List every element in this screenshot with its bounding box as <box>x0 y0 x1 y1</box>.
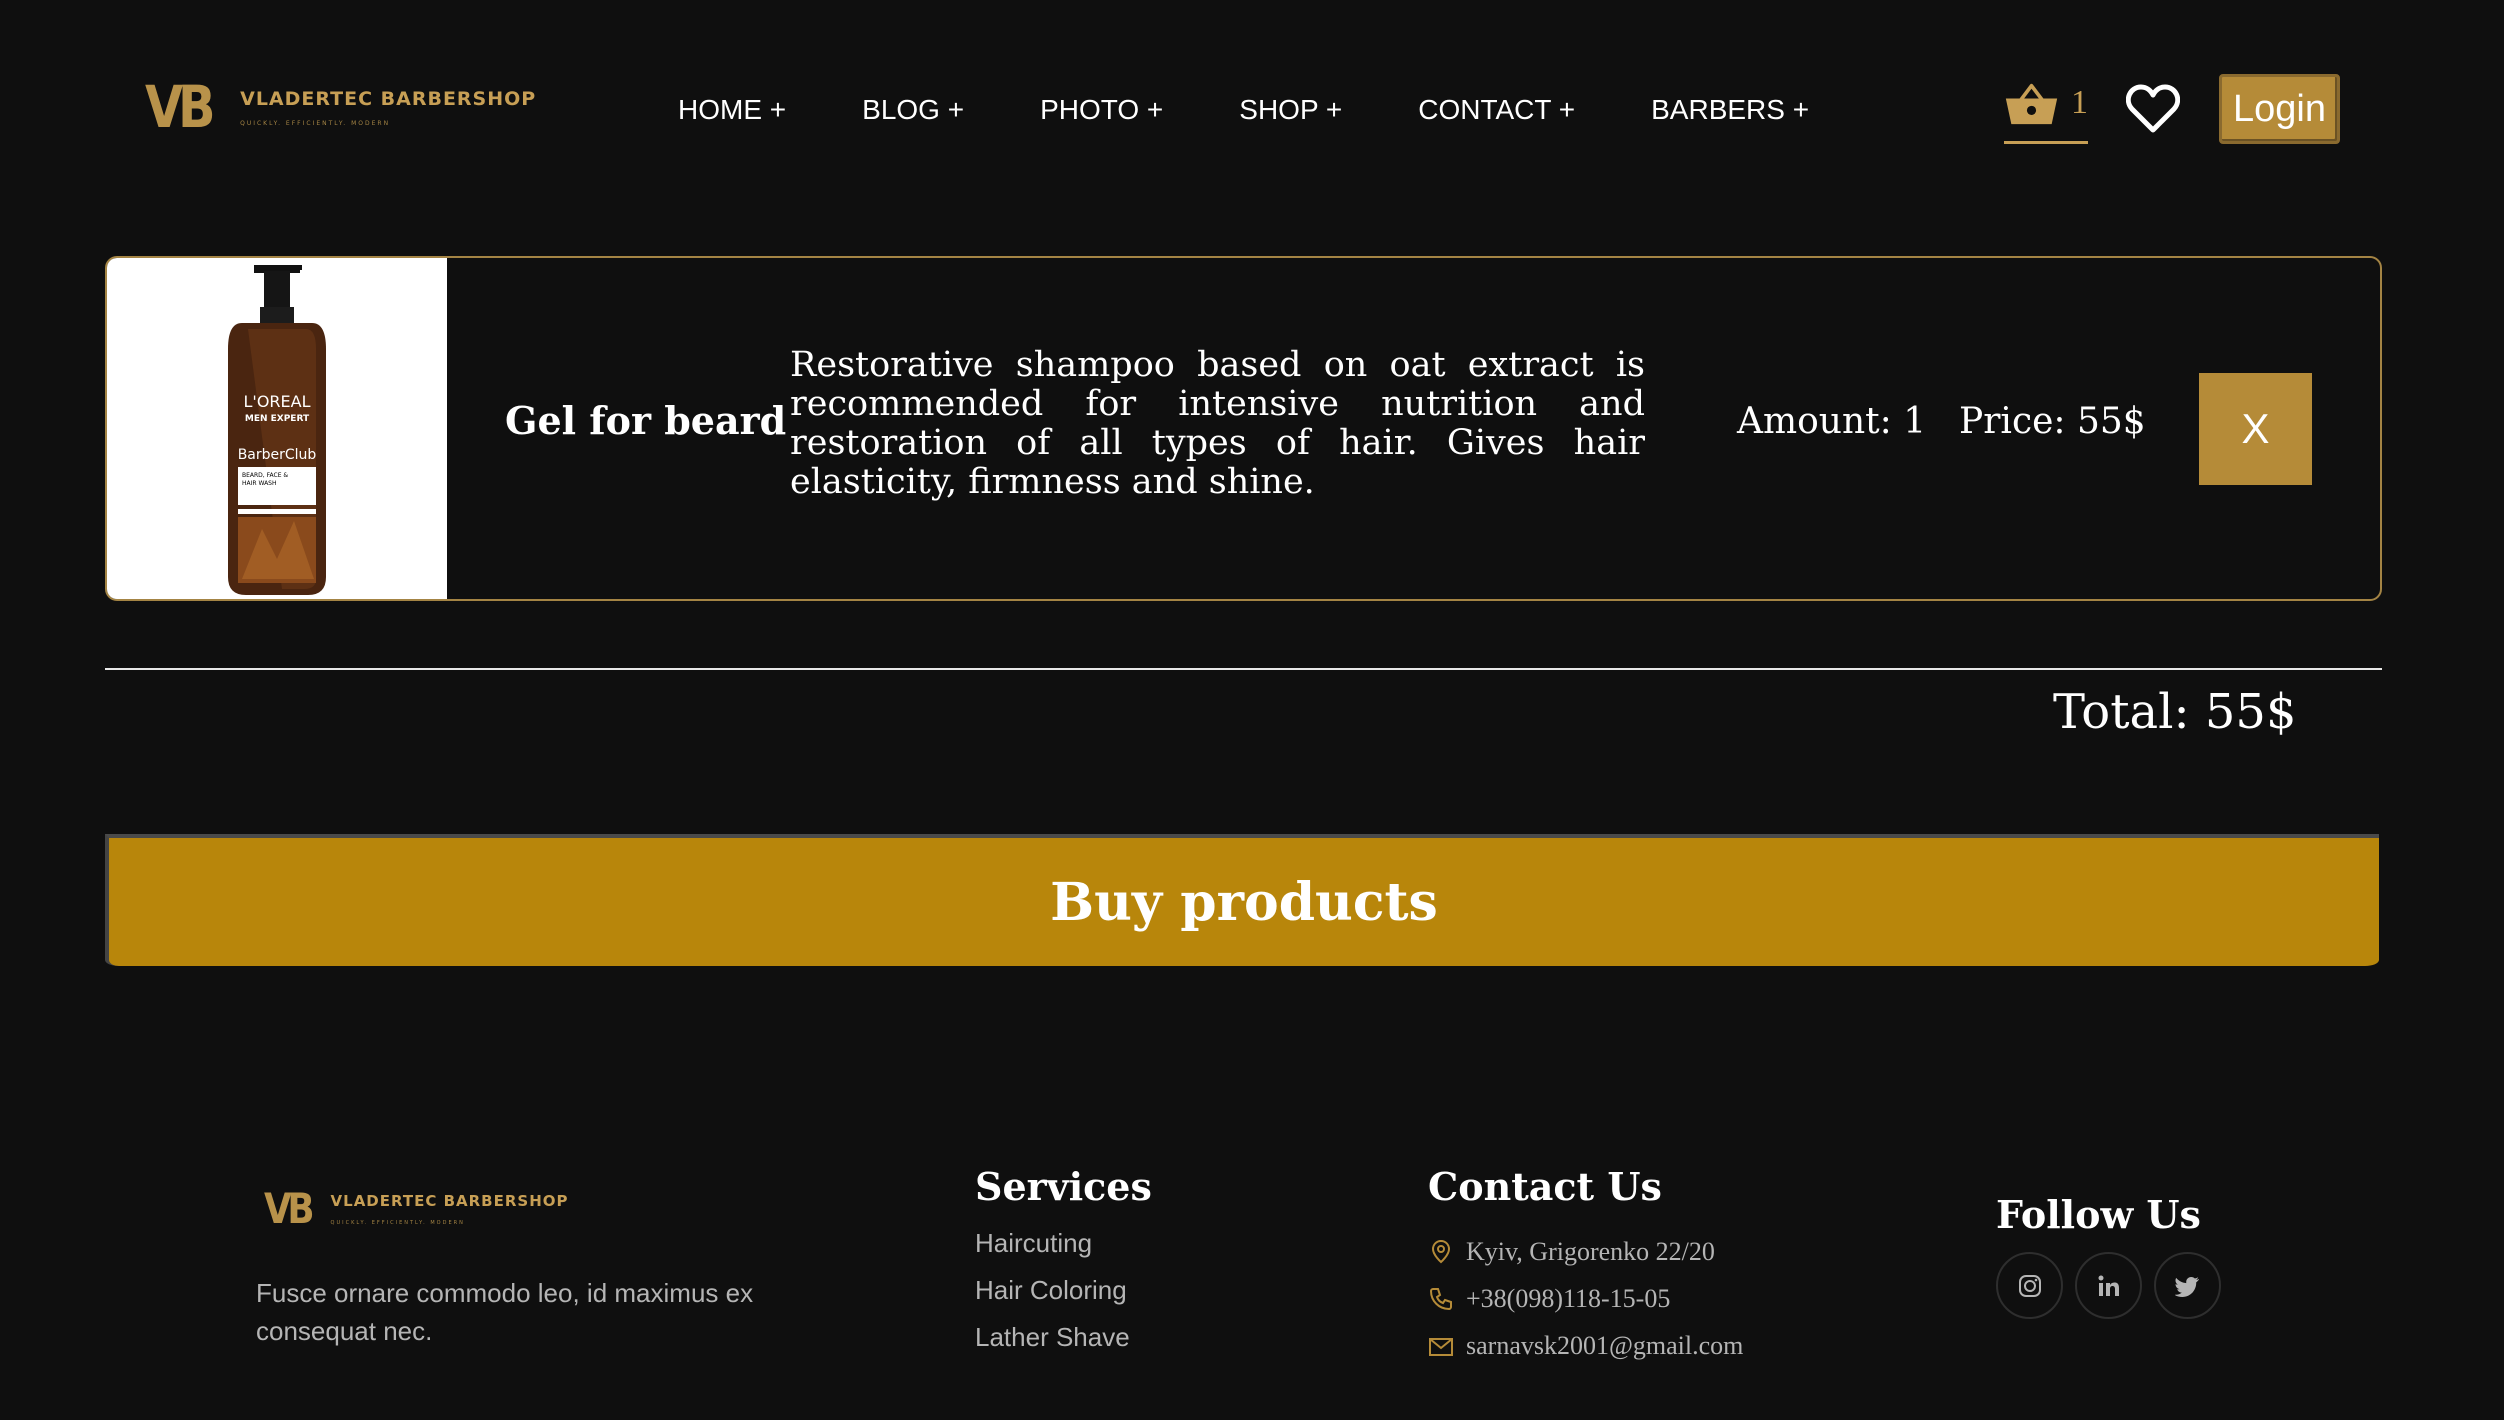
product-amount: Amount: 1 <box>1737 401 1927 442</box>
footer-contact-title: Contact Us <box>1428 1164 1662 1209</box>
footer-logo-tagline: QUICKLY. EFFICIENTLY. MODERN <box>330 1220 465 1226</box>
basket-icon <box>2005 83 2058 125</box>
product-description: Restorative shampoo based on oat extract… <box>790 345 1645 502</box>
instagram-icon <box>2018 1274 2041 1297</box>
nav-item-blog[interactable]: BLOG + <box>862 94 964 126</box>
total-divider <box>105 668 2382 670</box>
nav-item-photo[interactable]: PHOTO + <box>1040 94 1163 126</box>
footer-service-lather-shave[interactable]: Lather Shave <box>975 1322 1130 1369</box>
product-brand: L'OREAL <box>244 392 311 411</box>
buy-products-button[interactable]: Buy products <box>105 834 2379 966</box>
product-image: L'OREAL MEN EXPERT BarberClub BEARD, FAC… <box>107 258 447 599</box>
footer-contact-email: sarnavsk2001@gmail.com <box>1428 1322 1743 1369</box>
envelope-icon <box>1429 1337 1453 1356</box>
footer-follow-title: Follow Us <box>1996 1192 2201 1237</box>
cart-total: Total: 55$ <box>2053 684 2297 740</box>
svg-text:BEARD, FACE &: BEARD, FACE & <box>242 472 288 479</box>
product-price: Price: 55$ <box>1959 401 2146 442</box>
footer-service-haircuting[interactable]: Haircuting <box>975 1228 1130 1275</box>
svg-text:BarberClub: BarberClub <box>238 447 317 463</box>
nav-item-home[interactable]: HOME + <box>678 94 786 126</box>
logo-monogram: VB <box>145 73 216 141</box>
logo-tagline: QUICKLY. EFFICIENTLY. MODERN <box>240 119 391 127</box>
nav-item-contact[interactable]: CONTACT + <box>1418 94 1575 126</box>
twitter-icon <box>2174 1276 2199 1297</box>
instagram-link[interactable] <box>1996 1252 2063 1319</box>
footer-service-hair-coloring[interactable]: Hair Coloring <box>975 1275 1130 1322</box>
footer-phone-text[interactable]: +38(098)118-15-05 <box>1466 1284 1670 1314</box>
footer-logo-monogram: VB <box>264 1184 315 1233</box>
shampoo-bottle-image: L'OREAL MEN EXPERT BarberClub BEARD, FAC… <box>228 264 326 595</box>
logo-name: VLADERTEC BARBERSHOP <box>240 87 537 110</box>
nav-item-barbers[interactable]: BARBERS + <box>1651 94 1809 126</box>
footer-logo-name: VLADERTEC BARBERSHOP <box>330 1192 569 1210</box>
footer-services-list: Haircuting Hair Coloring Lather Shave <box>975 1228 1130 1369</box>
main-nav: HOME + BLOG + PHOTO + SHOP + CONTACT + B… <box>678 94 1809 126</box>
cart-button[interactable]: 1 <box>2004 78 2088 144</box>
product-brand-sub: MEN EXPERT <box>245 414 310 424</box>
cart-item-card: L'OREAL MEN EXPERT BarberClub BEARD, FAC… <box>105 256 2382 601</box>
linkedin-link[interactable] <box>2075 1252 2142 1319</box>
footer-address-text: Kyiv, Grigorenko 22/20 <box>1466 1236 1715 1266</box>
footer-contact-phone: +38(098)118-15-05 <box>1428 1275 1743 1322</box>
footer-services-title: Services <box>975 1164 1152 1209</box>
twitter-link[interactable] <box>2154 1252 2221 1319</box>
nav-item-shop[interactable]: SHOP + <box>1239 94 1342 126</box>
cart-count: 1 <box>2071 84 2088 121</box>
footer-email-text[interactable]: sarnavsk2001@gmail.com <box>1466 1331 1743 1361</box>
phone-icon <box>1429 1287 1452 1310</box>
linkedin-icon <box>2098 1275 2119 1296</box>
product-name: Gel for beard <box>505 398 787 443</box>
location-pin-icon <box>1431 1239 1451 1263</box>
site-logo[interactable]: VB VLADERTEC BARBERSHOP QUICKLY. EFFICIE… <box>145 78 536 136</box>
footer-about-text: Fusce ornare commodo leo, id maximus ex … <box>256 1278 754 1346</box>
remove-item-button[interactable]: X <box>2199 373 2312 485</box>
login-button[interactable]: Login <box>2219 74 2340 144</box>
footer-contact-list: Kyiv, Grigorenko 22/20 +38(098)118-15-05… <box>1428 1228 1743 1369</box>
footer-socials <box>1996 1252 2221 1319</box>
footer-contact-address: Kyiv, Grigorenko 22/20 <box>1428 1228 1743 1275</box>
svg-text:HAIR WASH: HAIR WASH <box>242 480 277 487</box>
heart-icon[interactable] <box>2126 84 2180 134</box>
footer-logo[interactable]: VB VLADERTEC BARBERSHOP QUICKLY. EFFICIE… <box>264 1188 569 1230</box>
